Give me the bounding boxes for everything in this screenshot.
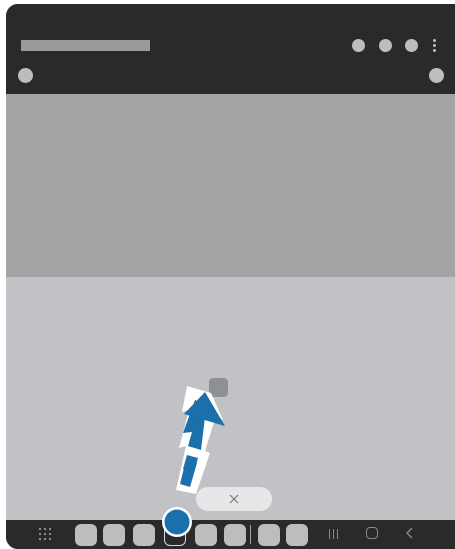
device-frame: × [6,4,455,549]
close-icon [229,494,239,504]
app-header [6,4,455,94]
dock-app-icon[interactable] [224,524,246,546]
profile-dot-icon[interactable] [18,68,33,83]
home-icon[interactable] [366,527,378,539]
dock-app-icon[interactable] [286,524,308,546]
dock-app-icon[interactable] [195,524,217,546]
more-options-icon[interactable] [433,39,437,52]
title-placeholder [21,40,150,51]
dock-app-icon[interactable] [103,524,125,546]
dock-app-icon[interactable] [133,524,155,546]
status-dot-icon[interactable] [379,39,392,52]
screen: × [0,0,455,549]
lower-content-panel [6,277,455,520]
drag-target-icon[interactable] [209,378,228,397]
status-dot-icon[interactable] [352,39,365,52]
recent-apps-icon[interactable] [328,528,340,540]
close-button[interactable]: × [196,487,272,511]
upper-content-panel [6,94,455,277]
status-dot-icon[interactable] [429,68,444,83]
dock-app-icon[interactable] [258,524,280,546]
apps-grid-icon[interactable] [39,528,51,540]
dock-app-icon[interactable] [164,524,186,546]
dock-divider [250,525,251,544]
dock-app-icon[interactable] [75,524,97,546]
status-dot-icon[interactable] [405,39,418,52]
back-icon[interactable] [404,526,416,540]
bottom-navigation [6,520,455,549]
